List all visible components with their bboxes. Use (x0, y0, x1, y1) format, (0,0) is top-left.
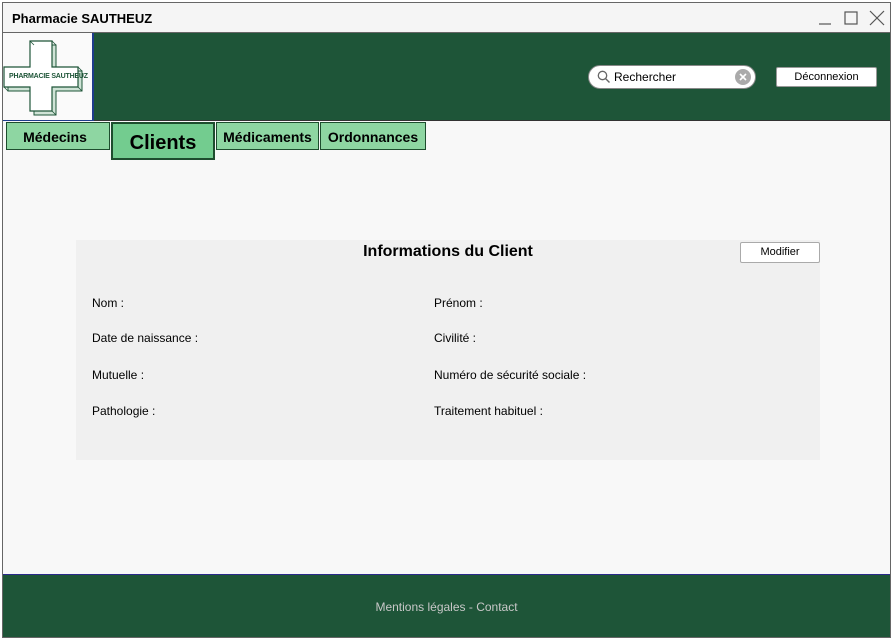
edit-button[interactable]: Modifier (740, 242, 820, 263)
footer-separator: - (465, 600, 477, 614)
field-secu: Numéro de sécurité sociale : (434, 368, 587, 382)
footer-links: Mentions légales - Contact (3, 600, 890, 614)
pharmacy-logo: PHARMACIE SAUTHEUZ (3, 33, 94, 121)
link-mentions-legales[interactable]: Mentions légales (375, 600, 465, 614)
window-title: Pharmacie SAUTHEUZ (12, 11, 153, 26)
search-box[interactable] (588, 65, 756, 89)
minimize-icon[interactable] (816, 9, 834, 27)
app-window: Pharmacie SAUTHEUZ PHARMACIE SAUTHEUZ Re… (2, 2, 891, 638)
close-icon[interactable] (868, 9, 886, 27)
maximize-icon[interactable] (842, 9, 860, 27)
tab-medecins[interactable]: Médecins (6, 122, 110, 150)
field-prenom: Prénom : (434, 296, 483, 310)
search-icon (597, 70, 611, 84)
tab-medicaments[interactable]: Médicaments (216, 122, 319, 150)
field-traitement: Traitement habituel : (434, 404, 543, 418)
app-header: PHARMACIE SAUTHEUZ Déconnexion (3, 33, 890, 121)
clear-icon[interactable] (735, 69, 751, 85)
field-pathologie: Pathologie : (92, 404, 156, 418)
field-civilite: Civilité : (434, 331, 477, 345)
tab-clients[interactable]: Clients (111, 122, 215, 160)
search-input[interactable] (614, 69, 729, 85)
link-contact[interactable]: Contact (476, 600, 517, 614)
app-footer: Mentions légales - Contact (3, 574, 890, 637)
title-bar: Pharmacie SAUTHEUZ (3, 3, 890, 33)
client-info-panel: Informations du Client Modifier Nom : Pr… (76, 240, 820, 460)
field-mutuelle: Mutuelle : (92, 368, 145, 382)
field-nom: Nom : (92, 296, 125, 310)
window-controls (816, 8, 886, 28)
logout-button[interactable]: Déconnexion (776, 67, 877, 87)
tab-ordonnances[interactable]: Ordonnances (320, 122, 426, 150)
field-date-naissance: Date de naissance : (92, 331, 199, 345)
logo-text: PHARMACIE SAUTHEUZ (9, 73, 88, 80)
panel-title: Informations du Client (363, 243, 533, 260)
